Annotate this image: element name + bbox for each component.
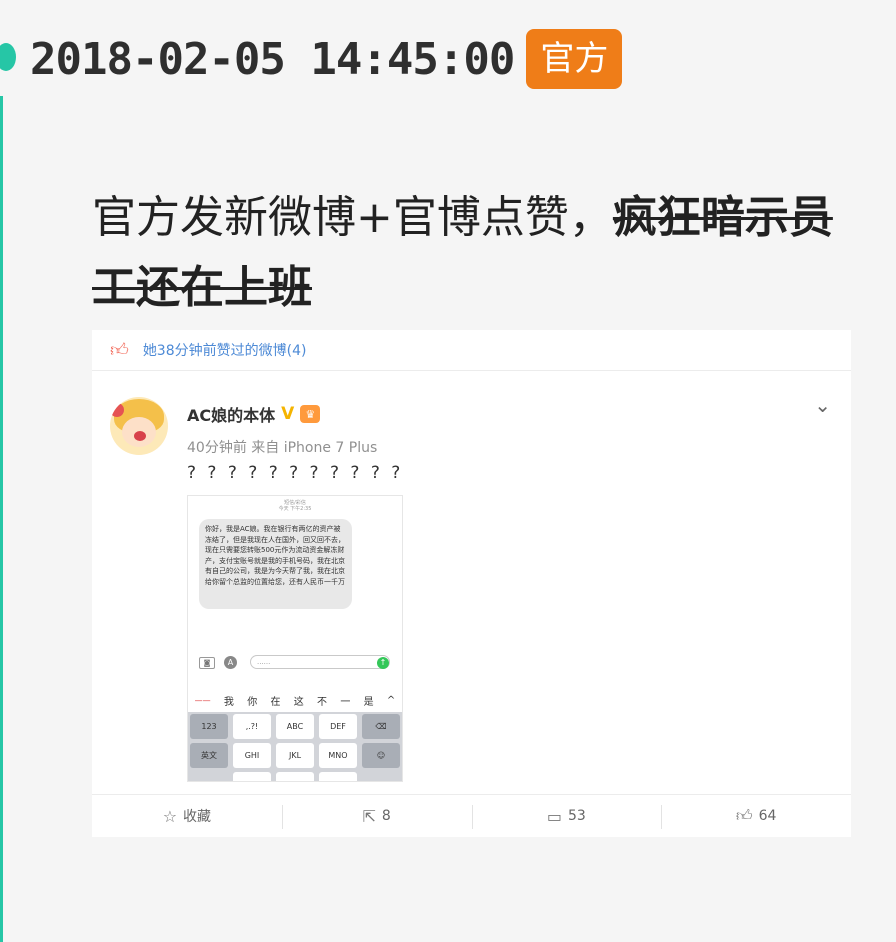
chevron-up-icon: ^ — [386, 694, 396, 706]
favorite-button[interactable]: ☆ 收藏 — [92, 795, 282, 837]
key — [233, 772, 271, 781]
key: DEF — [319, 714, 357, 739]
key — [276, 772, 314, 781]
member-crown-icon: ♛ — [300, 405, 321, 423]
official-badge: 官方 — [526, 29, 623, 89]
app-store-icon: A — [224, 656, 237, 669]
suggestion-word: 是 — [363, 696, 374, 708]
repost-button[interactable]: ⇱ 8 — [281, 795, 472, 837]
suggestion-word: 不 — [317, 696, 328, 708]
thumbs-up-icon: 👍︎ — [110, 340, 129, 361]
suggestion-word: 在 — [270, 696, 281, 708]
message-input-field: ...... — [250, 655, 390, 669]
comment-count: 53 — [568, 808, 586, 824]
emoji-key: ☺ — [362, 743, 400, 768]
key: ABC — [276, 714, 314, 739]
message-input-bar: ◙ A ...... ↑ — [188, 651, 402, 675]
like-count: 64 — [758, 808, 777, 824]
key: ,.?! — [233, 714, 271, 739]
headline-text: 官方发新微博+官博点赞， — [92, 192, 613, 243]
repost-count: 8 — [381, 808, 391, 824]
post-text: ? ? ? ? ? ? ? ? ? ? ? — [187, 463, 404, 483]
timeline-line — [0, 96, 3, 942]
key — [319, 772, 357, 781]
comment-icon: ▭ — [546, 806, 563, 826]
suggestion-dash: —— — [194, 695, 211, 705]
thumbs-up-icon: 👍︎ — [735, 806, 753, 825]
key: 123 — [190, 714, 228, 739]
key: 英文 — [190, 743, 228, 768]
weibo-card: 👍︎ 她38分钟前赞过的微博(4) AC娘的本体 V ♛ 40分钟前 来自 iP… — [92, 330, 851, 837]
like-button[interactable]: 👍︎ 64 — [661, 795, 851, 837]
post-action-bar: ☆ 收藏 ⇱ 8 ▭ 53 👍︎ 64 — [92, 794, 851, 837]
username[interactable]: AC娘的本体 — [187, 402, 275, 426]
post-meta: 40分钟前 来自 iPhone 7 Plus — [187, 440, 378, 456]
keyboard: 123 ,.?! ABC DEF ⌫ 英文 GHI JKL MNO ☺ — [188, 712, 402, 781]
key: GHI — [233, 743, 271, 768]
entry-header: 2018-02-05 14:45:00 官方 — [30, 28, 623, 90]
star-icon: ☆ — [162, 806, 178, 826]
screenshot-time-header: 短信/彩信 今天 下午2:35 — [278, 500, 312, 512]
entry-timestamp: 2018-02-05 14:45:00 — [30, 33, 515, 85]
share-icon: ⇱ — [362, 806, 376, 826]
message-bubble: 你好，我是AC娘。我在银行有两亿的资产被冻结了，但是我现在人在国外，回又回不去，… — [199, 519, 352, 609]
entry-headline: 官方发新微博+官博点赞，疯狂暗示员工还在上班 — [92, 183, 852, 323]
username-row: AC娘的本体 V ♛ — [187, 402, 321, 426]
weibo-post: AC娘的本体 V ♛ 40分钟前 来自 iPhone 7 Plus ? ? ? … — [92, 371, 851, 795]
backspace-key: ⌫ — [362, 714, 400, 739]
key: JKL — [276, 743, 314, 768]
keyboard-suggestions: —— 我 你 在 这 不 一 是 ^ — [188, 690, 402, 710]
like-notice-text[interactable]: 她38分钟前赞过的微博(4) — [143, 340, 307, 360]
favorite-label: 收藏 — [183, 809, 212, 825]
avatar[interactable] — [110, 397, 168, 455]
camera-icon: ◙ — [199, 657, 215, 669]
key: MNO — [319, 743, 357, 768]
like-notice-bar[interactable]: 👍︎ 她38分钟前赞过的微博(4) — [92, 330, 851, 371]
verified-icon: V — [281, 404, 295, 424]
chevron-down-icon[interactable]: ⌄ — [814, 393, 831, 417]
suggestion-word: 一 — [340, 696, 351, 708]
suggestion-word: 这 — [293, 696, 304, 708]
post-image-screenshot[interactable]: 短信/彩信 今天 下午2:35 你好，我是AC娘。我在银行有两亿的资产被冻结了，… — [187, 495, 403, 782]
suggestion-word: 你 — [247, 696, 258, 708]
suggestion-word: 我 — [223, 696, 234, 708]
timeline-dot — [0, 43, 16, 71]
comment-button[interactable]: ▭ 53 — [471, 795, 662, 837]
send-icon: ↑ — [377, 657, 389, 669]
